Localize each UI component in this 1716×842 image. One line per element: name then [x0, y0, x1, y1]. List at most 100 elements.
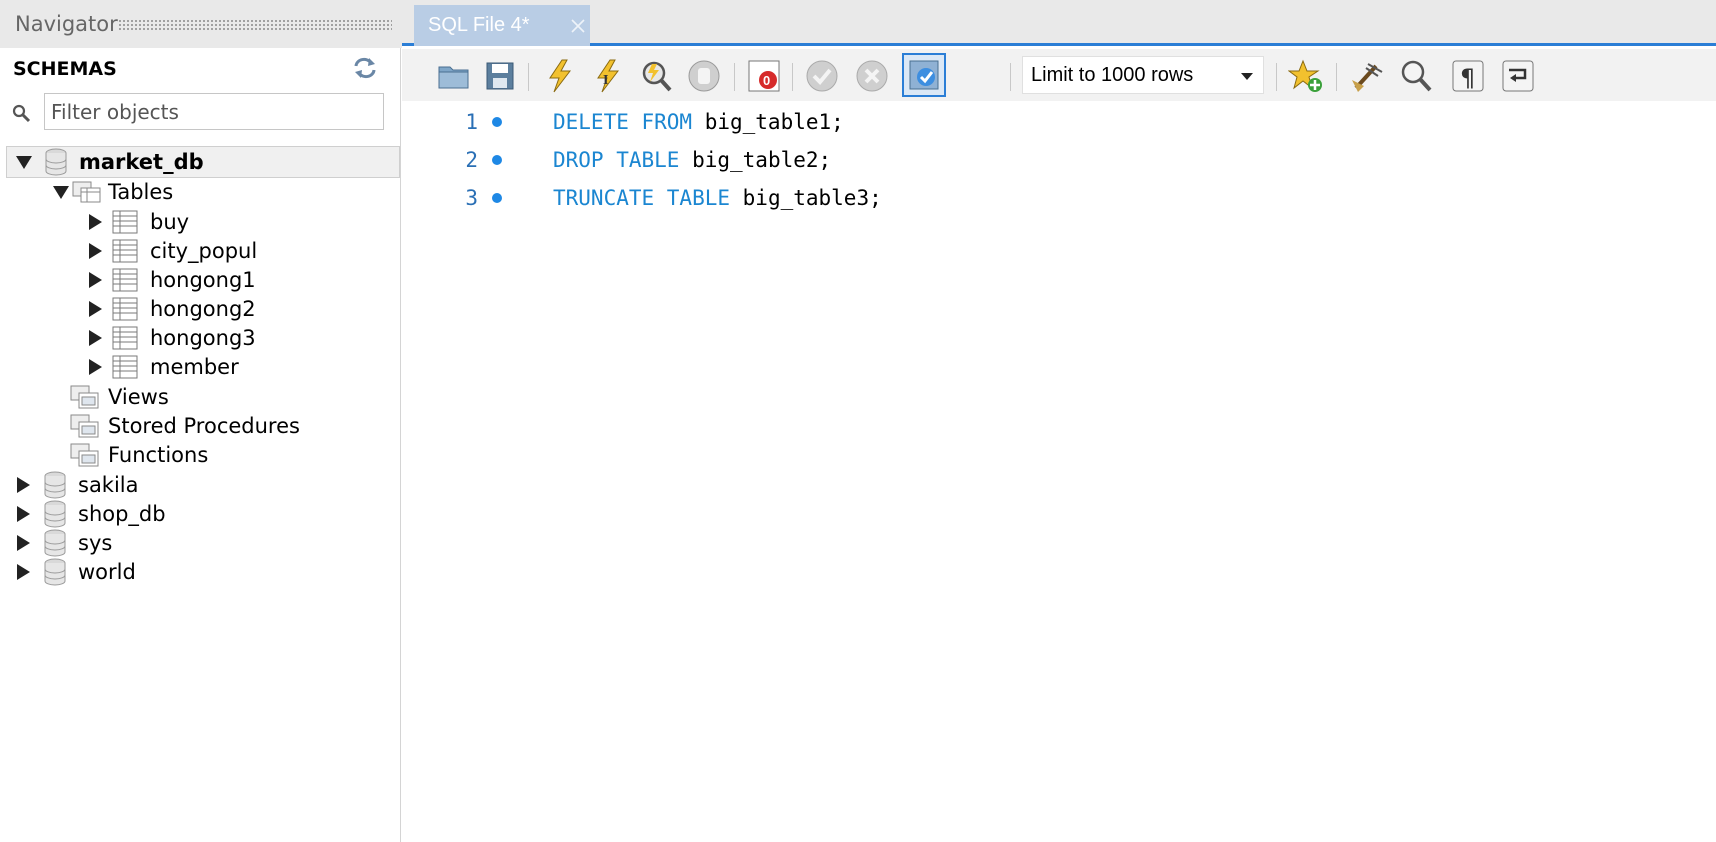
sql-keyword: DELETE FROM — [553, 110, 693, 134]
stored-procedures-folder[interactable]: Stored Procedures — [70, 410, 300, 442]
functions-folder[interactable]: Functions — [70, 439, 208, 471]
sql-identifier: big_table2; — [679, 148, 832, 172]
editor-tab-bar: SQL File 4* — [402, 0, 1716, 46]
schema-market-db[interactable]: market_db — [6, 146, 400, 178]
database-icon — [44, 558, 66, 586]
table-icon — [112, 239, 138, 263]
code-line[interactable]: 1 DELETE FROM big_table1; — [402, 102, 1716, 142]
chevron-right-icon[interactable] — [86, 271, 104, 289]
chevron-right-icon[interactable] — [14, 534, 32, 552]
sql-identifier: big_table3; — [730, 186, 882, 210]
statement-marker-icon — [492, 155, 502, 165]
sql-editor[interactable]: 1 DELETE FROM big_table1; 2 DROP TABLE big_… — [402, 101, 1716, 842]
views-folder-icon — [70, 385, 99, 409]
add-snippet-icon[interactable] — [1287, 58, 1324, 94]
chevron-down-icon[interactable] — [52, 183, 70, 201]
statement-marker-icon — [492, 193, 502, 203]
table-label: city_popul — [150, 239, 258, 263]
schema-label: world — [78, 560, 136, 584]
table-icon — [112, 326, 138, 350]
table-label: hongong1 — [150, 268, 256, 292]
chevron-right-icon[interactable] — [14, 563, 32, 581]
svg-text:0: 0 — [763, 73, 770, 88]
explain-icon[interactable] — [638, 58, 674, 94]
database-icon — [44, 471, 66, 499]
code-text: DROP TABLE big_table2; — [553, 148, 831, 172]
tree-table-item[interactable]: hongong1 — [86, 264, 256, 296]
invisible-chars-icon[interactable]: ¶ — [1450, 58, 1486, 94]
database-icon — [44, 500, 66, 528]
navigator-title: Navigator — [15, 12, 118, 36]
tables-folder[interactable]: Tables — [52, 176, 173, 208]
tree-table-item[interactable]: hongong2 — [86, 293, 256, 325]
chevron-right-icon[interactable] — [86, 329, 104, 347]
beautify-icon[interactable] — [1348, 58, 1384, 94]
functions-folder-icon — [70, 443, 99, 467]
tree-schema-item[interactable]: sys — [14, 527, 112, 559]
commit-icon[interactable] — [804, 58, 840, 94]
execute-current-icon[interactable]: I — [590, 58, 626, 94]
tab-label: SQL File 4* — [428, 14, 530, 36]
limit-rows-select[interactable]: Limit to 1000 rows — [1022, 56, 1264, 94]
table-icon — [112, 355, 138, 379]
chevron-down-icon[interactable] — [15, 153, 33, 171]
stored-procedures-label: Stored Procedures — [108, 414, 300, 438]
toggle-continue-icon[interactable]: 0 — [746, 58, 782, 94]
table-label: member — [150, 355, 239, 379]
chevron-right-icon[interactable] — [86, 242, 104, 260]
database-icon — [45, 148, 67, 176]
functions-label: Functions — [108, 443, 209, 467]
tree-schema-item[interactable]: world — [14, 556, 136, 588]
stored-procedures-folder-icon — [70, 414, 99, 438]
table-icon — [112, 268, 138, 292]
sql-identifier: big_table1; — [692, 110, 844, 134]
table-label: hongong2 — [150, 297, 256, 321]
search-icon — [12, 104, 32, 129]
autocommit-icon[interactable] — [902, 53, 946, 97]
svg-text:¶: ¶ — [1460, 64, 1475, 92]
drag-grip[interactable] — [118, 19, 392, 30]
database-icon — [44, 529, 66, 557]
tree-table-item[interactable]: member — [86, 351, 239, 383]
tree-table-item[interactable]: buy — [86, 206, 189, 238]
chevron-right-icon[interactable] — [86, 213, 104, 231]
save-icon[interactable] — [482, 58, 518, 94]
tree-table-item[interactable]: city_popul — [86, 235, 257, 267]
close-icon[interactable] — [570, 18, 586, 39]
schema-label: sys — [78, 531, 113, 555]
tables-folder-icon — [72, 181, 101, 203]
tree-table-item[interactable]: hongong3 — [86, 322, 256, 354]
views-folder[interactable]: Views — [70, 381, 169, 413]
navigator-header: Navigator — [0, 0, 402, 48]
code-line[interactable]: 2 DROP TABLE big_table2; — [402, 140, 1716, 180]
chevron-right-icon[interactable] — [14, 505, 32, 523]
chevron-right-icon[interactable] — [14, 476, 32, 494]
code-text: DELETE FROM big_table1; — [553, 110, 844, 134]
chevron-right-icon[interactable] — [86, 358, 104, 376]
schemas-label: SCHEMAS — [13, 58, 117, 80]
code-line[interactable]: 3 TRUNCATE TABLE big_table3; — [402, 178, 1716, 218]
tree-schema-item[interactable]: sakila — [14, 469, 139, 501]
find-icon[interactable] — [1398, 58, 1434, 94]
views-label: Views — [108, 385, 169, 409]
svg-text:I: I — [603, 73, 608, 88]
line-number: 1 — [465, 110, 478, 134]
rollback-icon[interactable] — [854, 58, 890, 94]
table-icon — [112, 297, 138, 321]
stop-icon[interactable] — [686, 58, 722, 94]
chevron-right-icon[interactable] — [86, 300, 104, 318]
tree-schema-item[interactable]: shop_db — [14, 498, 166, 530]
open-folder-icon[interactable] — [436, 58, 472, 94]
schema-label: market_db — [79, 150, 204, 174]
statement-marker-icon — [492, 117, 502, 127]
wrap-lines-icon[interactable] — [1500, 58, 1536, 94]
table-icon — [112, 210, 138, 234]
tables-label: Tables — [108, 180, 174, 204]
chevron-down-icon — [1241, 73, 1253, 80]
execute-icon[interactable] — [542, 58, 578, 94]
limit-rows-label: Limit to 1000 rows — [1031, 63, 1194, 86]
sql-keyword: DROP TABLE — [553, 148, 680, 172]
refresh-icon[interactable] — [352, 57, 378, 84]
filter-objects-input[interactable] — [44, 93, 384, 130]
tab-sql-file-4[interactable]: SQL File 4* — [414, 5, 590, 46]
